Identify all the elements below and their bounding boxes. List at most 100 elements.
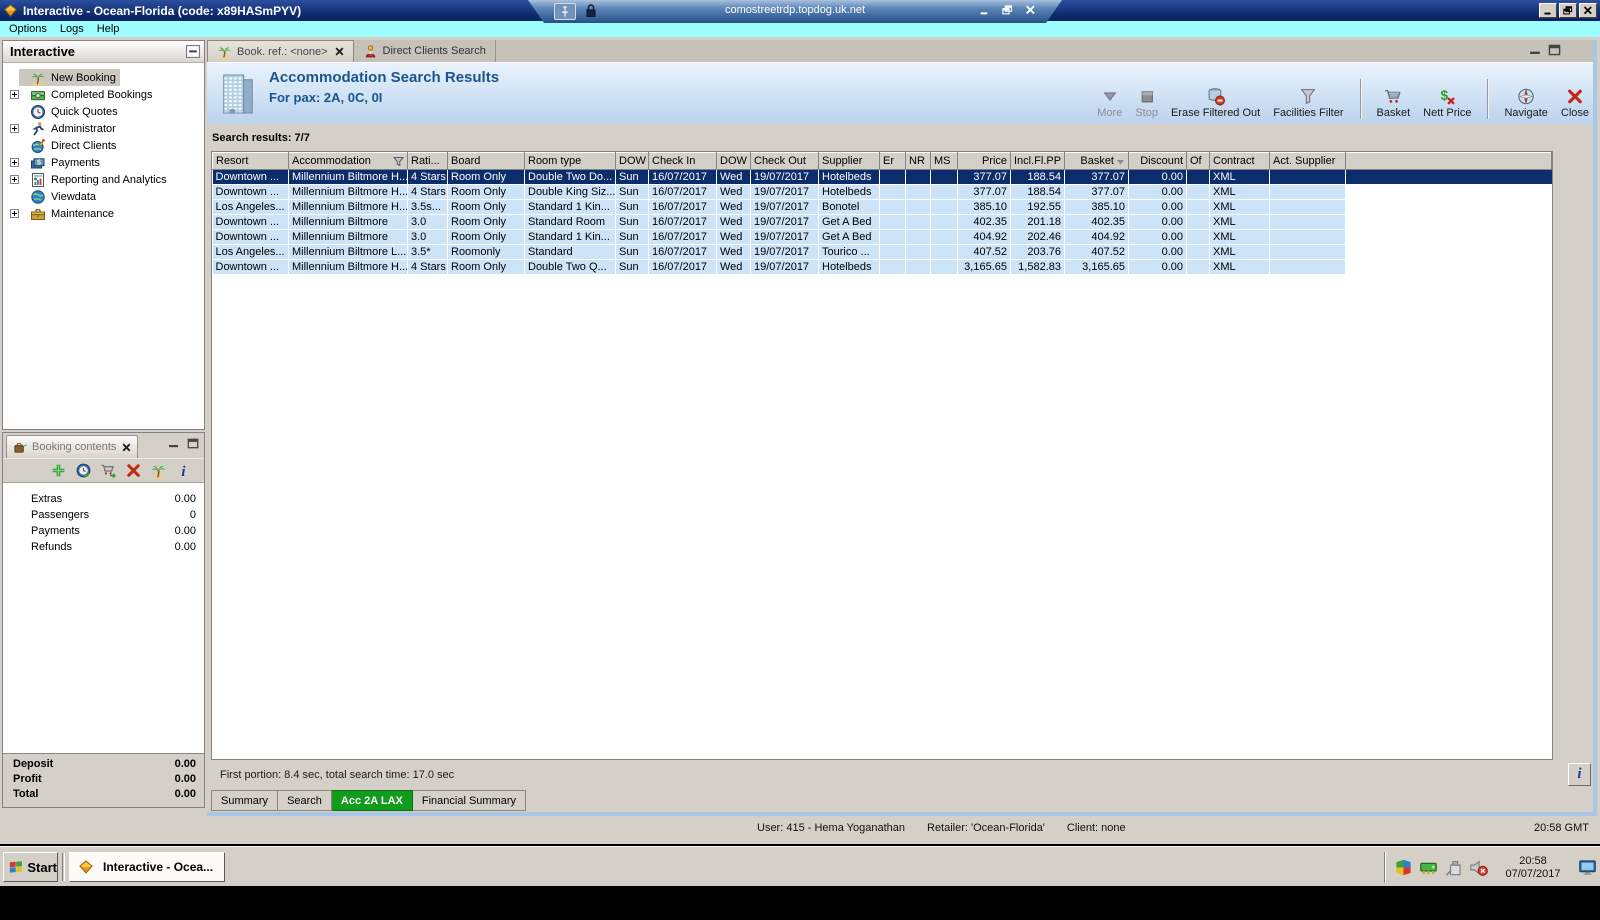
col-supplier-9[interactable]: Supplier	[818, 152, 880, 170]
basket-button[interactable]: Basket	[1377, 87, 1410, 119]
info-button[interactable]: i	[1568, 763, 1591, 786]
navigate-button[interactable]: Navigate	[1504, 87, 1548, 119]
tab-booking-contents[interactable]: Booking contents	[6, 435, 139, 458]
sidebar-item-quick-quotes[interactable]: Quick Quotes	[3, 103, 204, 120]
tab-close-icon[interactable]	[335, 47, 344, 56]
col-incl-fl-pp-14[interactable]: Incl.Fl.PP	[1010, 152, 1065, 170]
stop-button[interactable]: Stop	[1135, 87, 1158, 119]
col-check-in-6[interactable]: Check In	[648, 152, 717, 170]
panel-minimize-icon[interactable]	[1529, 44, 1542, 56]
result-row-2[interactable]: Downtown ... Millennium Biltmore H... 4 St…	[212, 184, 1552, 200]
col-nr-11[interactable]: NR	[905, 152, 931, 170]
display-icon[interactable]	[1578, 858, 1597, 877]
erase-filtered-out-button[interactable]: Erase Filtered Out	[1171, 87, 1260, 119]
start-button[interactable]: Start	[3, 852, 58, 882]
menu-logs[interactable]: Logs	[56, 23, 93, 36]
panel-maximize-icon[interactable]	[187, 438, 199, 449]
col-er-10[interactable]: Er	[879, 152, 906, 170]
result-row-7[interactable]: Downtown ... Millennium Biltmore H... 4 St…	[212, 259, 1552, 275]
facilities-filter-button[interactable]: Facilities Filter	[1273, 87, 1344, 119]
volume-muted-icon[interactable]	[1469, 858, 1488, 877]
bottom-tab-acc-2a-lax[interactable]: Acc 2A LAX	[331, 790, 413, 811]
filter-icon[interactable]	[392, 156, 405, 167]
taskbar-app-button[interactable]: Interactive - Ocea...	[69, 852, 225, 882]
cell-filler	[1345, 199, 1552, 215]
booking-toolbar: i	[3, 458, 204, 483]
sidebar-item-maintenance[interactable]: Maintenance	[3, 205, 204, 222]
booking-total-total: Total 0.00	[13, 788, 196, 800]
menu-options[interactable]: Options	[5, 23, 56, 36]
rdp-minimize-button[interactable]	[979, 5, 990, 15]
col-discount-16[interactable]: Discount	[1128, 152, 1187, 170]
expand-icon[interactable]	[10, 209, 19, 218]
sidebar-item-new-booking[interactable]: New Booking	[3, 69, 204, 86]
tab-book-ref-none[interactable]: Book. ref.: <none>	[207, 40, 354, 62]
col-dow-5[interactable]: DOW	[615, 152, 649, 170]
close-button[interactable]	[1579, 3, 1597, 18]
cell: 1,582.83	[1010, 259, 1065, 275]
collapse-panel-icon[interactable]	[186, 45, 200, 58]
col-price-13[interactable]: Price	[957, 152, 1011, 170]
panel-minimize-icon[interactable]	[168, 438, 180, 449]
network-icon[interactable]	[1419, 858, 1438, 877]
bottom-tab-financial-summary[interactable]: Financial Summary	[412, 790, 527, 811]
sidebar-item-label: Direct Clients	[51, 140, 117, 152]
close-button[interactable]: Close	[1561, 87, 1589, 119]
cell: 203.76	[1010, 244, 1065, 260]
col-check-out-8[interactable]: Check Out	[750, 152, 819, 170]
antivirus-icon[interactable]	[1394, 858, 1413, 877]
panel-maximize-icon[interactable]	[1548, 44, 1561, 56]
sidebar-item-viewdata[interactable]: Viewdata	[3, 188, 204, 205]
tab-direct-clients-search[interactable]: Direct Clients Search	[353, 40, 496, 62]
sidebar-item-administrator[interactable]: Administrator	[3, 120, 204, 137]
sidebar-item-completed-bookings[interactable]: Completed Bookings	[3, 86, 204, 103]
col-ms-12[interactable]: MS	[930, 152, 958, 170]
toolbar-label: Stop	[1135, 107, 1158, 119]
basket-add-icon[interactable]	[100, 462, 117, 479]
nett-price-icon: $	[1437, 87, 1457, 106]
result-row-4[interactable]: Downtown ... Millennium Biltmore 3.0 Room O…	[212, 214, 1552, 230]
expand-icon[interactable]	[10, 90, 19, 99]
sidebar-item-label: Viewdata	[51, 191, 97, 203]
status-retailer: Retailer: 'Ocean-Florida'	[927, 822, 1045, 834]
bottom-tab-summary[interactable]: Summary	[211, 790, 279, 811]
col-accommodation-1[interactable]: Accommodation	[288, 152, 408, 170]
cell	[905, 229, 931, 245]
nett-price-button[interactable]: $ Nett Price	[1423, 87, 1471, 119]
col-basket-15[interactable]: Basket	[1064, 152, 1129, 170]
expand-icon[interactable]	[10, 158, 19, 167]
result-row-1[interactable]: Downtown ... Millennium Biltmore H... 4 St…	[212, 169, 1552, 185]
col-resort-0[interactable]: Resort	[212, 152, 289, 170]
availability-icon[interactable]	[75, 462, 92, 479]
restore-button[interactable]	[1559, 3, 1577, 18]
sidebar-item-direct-clients[interactable]: Direct Clients	[3, 137, 204, 154]
delete-icon[interactable]	[125, 462, 142, 479]
menu-help[interactable]: Help	[93, 23, 129, 36]
sidebar-item-payments[interactable]: $ Payments	[3, 154, 204, 171]
taskbar-clock[interactable]: 20:58 07/07/2017	[1494, 855, 1572, 881]
col-board-3[interactable]: Board	[447, 152, 525, 170]
col-contract-18[interactable]: Contract	[1209, 152, 1270, 170]
rdp-restore-button[interactable]	[1002, 5, 1013, 15]
usb-icon[interactable]	[1444, 858, 1463, 877]
col-act-supplier-19[interactable]: Act. Supplier	[1269, 152, 1346, 170]
expand-icon[interactable]	[10, 124, 19, 133]
expand-icon[interactable]	[10, 175, 19, 184]
result-row-5[interactable]: Downtown ... Millennium Biltmore 3.0 Room O…	[212, 229, 1552, 245]
col-dow-7[interactable]: DOW	[716, 152, 751, 170]
cell: Sun	[615, 169, 649, 185]
rdp-close-button[interactable]	[1025, 5, 1036, 15]
minimize-button[interactable]	[1539, 3, 1557, 18]
col-of-17[interactable]: Of	[1186, 152, 1210, 170]
col-room-type-4[interactable]: Room type	[524, 152, 616, 170]
sidebar-item-reporting-and-analytics[interactable]: Reporting and Analytics	[3, 171, 204, 188]
col-rati-2[interactable]: Rati...	[407, 152, 448, 170]
bottom-tab-search[interactable]: Search	[278, 790, 332, 811]
more-button[interactable]: More	[1097, 87, 1122, 119]
info-icon[interactable]: i	[175, 462, 192, 479]
palm-tree-icon[interactable]	[150, 462, 167, 479]
add-icon[interactable]	[50, 462, 67, 479]
result-row-6[interactable]: Los Angeles... Millennium Biltmore L... 3.…	[212, 244, 1552, 260]
result-row-3[interactable]: Los Angeles... Millennium Biltmore H... 3.…	[212, 199, 1552, 215]
tab-close-icon[interactable]	[122, 443, 131, 452]
